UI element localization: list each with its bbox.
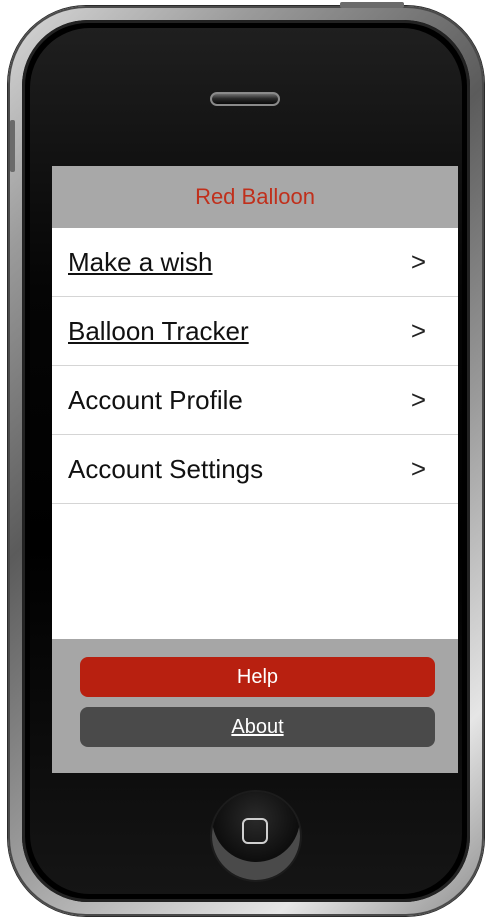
help-button[interactable]: Help <box>80 657 435 697</box>
home-button[interactable] <box>212 792 300 880</box>
power-button <box>340 2 404 8</box>
volume-button <box>10 120 15 172</box>
app-title: Red Balloon <box>195 184 315 209</box>
menu-item-account-settings[interactable]: Account Settings > <box>52 435 458 504</box>
nav-bar: Red Balloon <box>52 166 458 228</box>
menu-list: Make a wish > Balloon Tracker > Account … <box>52 228 458 504</box>
chevron-right-icon: > <box>410 384 426 415</box>
menu-item-label[interactable]: Balloon Tracker <box>68 316 249 347</box>
menu-item-account-profile[interactable]: Account Profile > <box>52 366 458 435</box>
menu-item-make-a-wish[interactable]: Make a wish > <box>52 228 458 297</box>
menu-item-balloon-tracker[interactable]: Balloon Tracker > <box>52 297 458 366</box>
chevron-right-icon: > <box>410 315 426 346</box>
menu-item-label: Account Settings <box>68 453 264 484</box>
footer-toolbar: Help About <box>52 639 458 773</box>
earpiece-speaker <box>210 92 280 106</box>
home-button-icon <box>242 818 268 844</box>
screen: Red Balloon Make a wish > Balloon Tracke… <box>52 166 458 773</box>
about-button[interactable]: About <box>80 707 435 747</box>
menu-item-label[interactable]: Make a wish <box>68 247 213 278</box>
chevron-right-icon: > <box>410 246 426 277</box>
chevron-right-icon: > <box>410 453 426 484</box>
menu-item-label: Account Profile <box>68 384 243 415</box>
